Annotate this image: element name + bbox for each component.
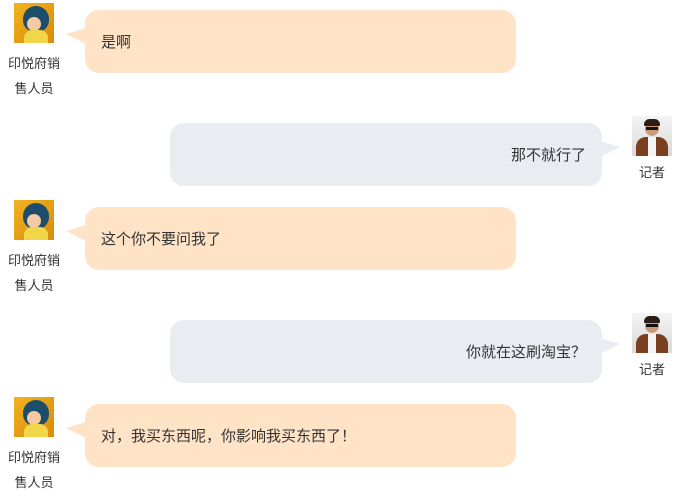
sales-name-line1: 印悦府销 (7, 57, 60, 72)
message-text: 这个你不要问我了 (101, 230, 222, 248)
message-text: 你就在这刷淘宝？ (465, 343, 586, 361)
bubble-tail (600, 141, 620, 157)
bubble-tail (66, 28, 86, 44)
message-bubble[interactable]: 是啊 (85, 10, 516, 73)
sales-name-line2: 售人员 (14, 279, 54, 294)
reporter-name: 记者 (638, 363, 665, 378)
reporter-avatar[interactable] (632, 313, 672, 353)
sales-avatar[interactable] (14, 397, 54, 437)
message-text: 是啊 (101, 33, 132, 51)
sales-name-line1: 印悦府销 (7, 451, 60, 466)
sales-name-line2: 售人员 (14, 82, 54, 97)
reporter-avatar[interactable] (632, 116, 672, 156)
message-bubble[interactable]: 对，我买东西呢，你影响我买东西了！ (85, 404, 516, 467)
sales-name-line2: 售人员 (14, 476, 54, 491)
bubble-tail (66, 225, 86, 241)
sales-avatar[interactable] (14, 200, 54, 240)
message-bubble[interactable]: 那不就行了 (170, 123, 602, 186)
message-bubble[interactable]: 这个你不要问我了 (85, 207, 516, 270)
sales-name-line1: 印悦府销 (7, 254, 60, 269)
bubble-tail (66, 422, 86, 438)
reporter-name: 记者 (638, 166, 665, 181)
message-text: 对，我买东西呢，你影响我买东西了！ (101, 427, 357, 445)
sales-avatar[interactable] (14, 3, 54, 43)
bubble-tail (600, 338, 620, 354)
message-bubble[interactable]: 你就在这刷淘宝？ (170, 320, 602, 383)
message-text: 那不就行了 (510, 146, 586, 164)
